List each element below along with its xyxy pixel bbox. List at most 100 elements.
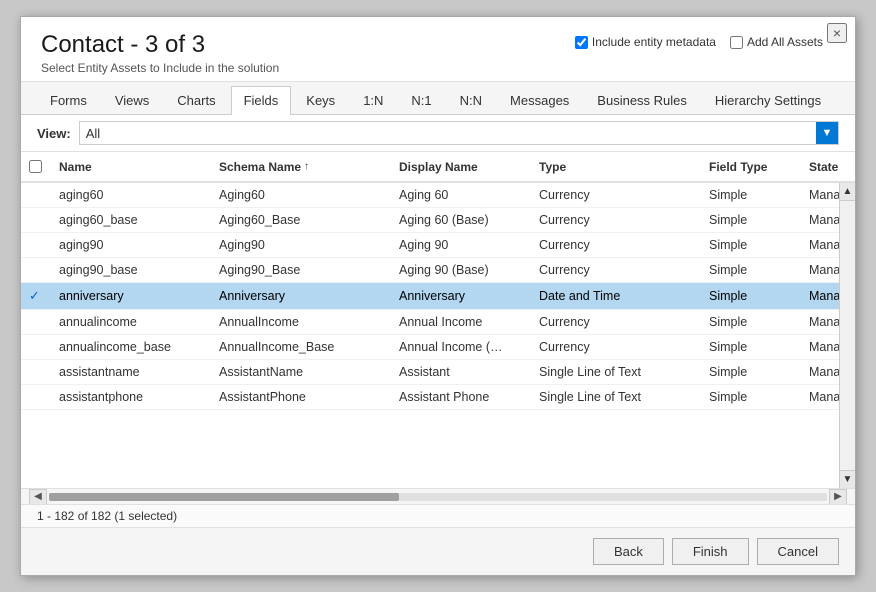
tab-charts[interactable]: Charts bbox=[164, 86, 228, 114]
tab-fields[interactable]: Fields bbox=[231, 86, 292, 115]
tab-n-1[interactable]: N:1 bbox=[398, 86, 444, 114]
cell-display_name-8: Assistant Phone bbox=[395, 385, 535, 409]
include-entity-metadata-checkbox[interactable] bbox=[575, 36, 588, 49]
view-dropdown[interactable]: All ▼ bbox=[79, 121, 839, 145]
tab-1-n[interactable]: 1:N bbox=[350, 86, 396, 114]
close-button[interactable]: × bbox=[827, 23, 847, 43]
cell-display_name-0: Aging 60 bbox=[395, 183, 535, 207]
include-entity-metadata-label[interactable]: Include entity metadata bbox=[575, 35, 716, 49]
cell-schema_name-2: Aging90 bbox=[215, 233, 395, 257]
cell-type-7: Single Line of Text bbox=[535, 360, 705, 384]
cell-type-2: Currency bbox=[535, 233, 705, 257]
scroll-down-button[interactable]: ▼ bbox=[840, 470, 855, 488]
cell-display_name-5: Annual Income bbox=[395, 310, 535, 334]
cell-name-7: assistantname bbox=[55, 360, 215, 384]
column-header-schema_name[interactable]: Schema Name ↑ bbox=[215, 152, 395, 181]
status-bar: 1 - 182 of 182 (1 selected) bbox=[21, 504, 855, 527]
cancel-button[interactable]: Cancel bbox=[757, 538, 839, 565]
cell-schema_name-8: AssistantPhone bbox=[215, 385, 395, 409]
cell-type-6: Currency bbox=[535, 335, 705, 359]
column-header-state: State bbox=[805, 152, 855, 181]
cell-field_type-0: Simple bbox=[705, 183, 805, 207]
row-check-icon: ✓ bbox=[29, 288, 40, 304]
table-wrapper: NameSchema Name ↑Display NameTypeField T… bbox=[21, 152, 855, 504]
finish-button[interactable]: Finish bbox=[672, 538, 749, 565]
cell-field_type-7: Simple bbox=[705, 360, 805, 384]
table-row[interactable]: aging90_baseAging90_BaseAging 90 (Base)C… bbox=[21, 258, 855, 283]
table-row[interactable]: aging60_baseAging60_BaseAging 60 (Base)C… bbox=[21, 208, 855, 233]
tab-messages[interactable]: Messages bbox=[497, 86, 582, 114]
cell-field_type-4: Simple bbox=[705, 283, 805, 309]
cell-schema_name-1: Aging60_Base bbox=[215, 208, 395, 232]
table-row[interactable]: annualincomeAnnualIncomeAnnual IncomeCur… bbox=[21, 310, 855, 335]
cell-check-0 bbox=[25, 183, 55, 207]
cell-check-6 bbox=[25, 335, 55, 359]
view-dropdown-text: All bbox=[86, 126, 816, 141]
tab-views[interactable]: Views bbox=[102, 86, 162, 114]
cell-name-5: annualincome bbox=[55, 310, 215, 334]
table-scroll-area: aging60Aging60Aging 60CurrencySimpleMana… bbox=[21, 183, 855, 488]
add-all-assets-text: Add All Assets bbox=[747, 35, 823, 49]
cell-display_name-1: Aging 60 (Base) bbox=[395, 208, 535, 232]
table-row[interactable]: aging60Aging60Aging 60CurrencySimpleMana… bbox=[21, 183, 855, 208]
tab-keys[interactable]: Keys bbox=[293, 86, 348, 114]
scroll-right-button[interactable]: ▶ bbox=[829, 489, 847, 505]
horizontal-scrollbar-container: ◀ ▶ bbox=[21, 488, 855, 504]
cell-schema_name-7: AssistantName bbox=[215, 360, 395, 384]
include-entity-metadata-text: Include entity metadata bbox=[592, 35, 716, 49]
scroll-up-button[interactable]: ▲ bbox=[840, 183, 855, 201]
table-row[interactable]: assistantphoneAssistantPhoneAssistant Ph… bbox=[21, 385, 855, 410]
tab-n-n[interactable]: N:N bbox=[447, 86, 495, 114]
cell-name-0: aging60 bbox=[55, 183, 215, 207]
tabs-bar: FormsViewsChartsFieldsKeys1:NN:1N:NMessa… bbox=[21, 82, 855, 115]
cell-display_name-3: Aging 90 (Base) bbox=[395, 258, 535, 282]
cell-check-8 bbox=[25, 385, 55, 409]
cell-schema_name-6: AnnualIncome_Base bbox=[215, 335, 395, 359]
tab-forms[interactable]: Forms bbox=[37, 86, 100, 114]
cell-name-4: anniversary bbox=[55, 283, 215, 309]
cell-check-4: ✓ bbox=[25, 283, 55, 309]
horizontal-scrollbar[interactable] bbox=[49, 493, 827, 501]
cell-type-8: Single Line of Text bbox=[535, 385, 705, 409]
cell-check-7 bbox=[25, 360, 55, 384]
tab-business-rules[interactable]: Business Rules bbox=[584, 86, 700, 114]
column-header-display_name: Display Name bbox=[395, 152, 535, 181]
tab-hierarchy-settings[interactable]: Hierarchy Settings bbox=[702, 86, 834, 114]
table-row[interactable]: assistantnameAssistantNameAssistantSingl… bbox=[21, 360, 855, 385]
dialog: × Contact - 3 of 3 Select Entity Assets … bbox=[20, 16, 856, 576]
cell-field_type-8: Simple bbox=[705, 385, 805, 409]
cell-check-3 bbox=[25, 258, 55, 282]
column-header-type: Type bbox=[535, 152, 705, 181]
add-all-assets-label[interactable]: Add All Assets bbox=[730, 35, 823, 49]
cell-field_type-5: Simple bbox=[705, 310, 805, 334]
cell-name-6: annualincome_base bbox=[55, 335, 215, 359]
column-header-field_type: Field Type bbox=[705, 152, 805, 181]
table-row[interactable]: ✓anniversaryAnniversaryAnniversaryDate a… bbox=[21, 283, 855, 310]
cell-display_name-6: Annual Income (… bbox=[395, 335, 535, 359]
cell-name-8: assistantphone bbox=[55, 385, 215, 409]
table-header: NameSchema Name ↑Display NameTypeField T… bbox=[21, 152, 855, 183]
dialog-metadata: Include entity metadata Add All Assets bbox=[575, 35, 823, 49]
select-all-checkbox[interactable] bbox=[29, 160, 42, 173]
dialog-header: Contact - 3 of 3 Select Entity Assets to… bbox=[21, 17, 855, 82]
table-row[interactable]: aging90Aging90Aging 90CurrencySimpleMana… bbox=[21, 233, 855, 258]
view-dropdown-arrow-icon[interactable]: ▼ bbox=[816, 122, 838, 144]
column-header-check bbox=[25, 152, 55, 181]
cell-name-1: aging60_base bbox=[55, 208, 215, 232]
table-row[interactable]: annualincome_baseAnnualIncome_BaseAnnual… bbox=[21, 335, 855, 360]
cell-display_name-4: Anniversary bbox=[395, 283, 535, 309]
back-button[interactable]: Back bbox=[593, 538, 664, 565]
view-bar: View: All ▼ bbox=[21, 115, 855, 152]
cell-check-2 bbox=[25, 233, 55, 257]
add-all-assets-checkbox[interactable] bbox=[730, 36, 743, 49]
cell-schema_name-0: Aging60 bbox=[215, 183, 395, 207]
cell-type-1: Currency bbox=[535, 208, 705, 232]
cell-type-0: Currency bbox=[535, 183, 705, 207]
cell-field_type-2: Simple bbox=[705, 233, 805, 257]
scroll-left-button[interactable]: ◀ bbox=[29, 489, 47, 505]
cell-field_type-1: Simple bbox=[705, 208, 805, 232]
cell-type-4: Date and Time bbox=[535, 283, 705, 309]
cell-display_name-2: Aging 90 bbox=[395, 233, 535, 257]
cell-schema_name-5: AnnualIncome bbox=[215, 310, 395, 334]
cell-field_type-6: Simple bbox=[705, 335, 805, 359]
